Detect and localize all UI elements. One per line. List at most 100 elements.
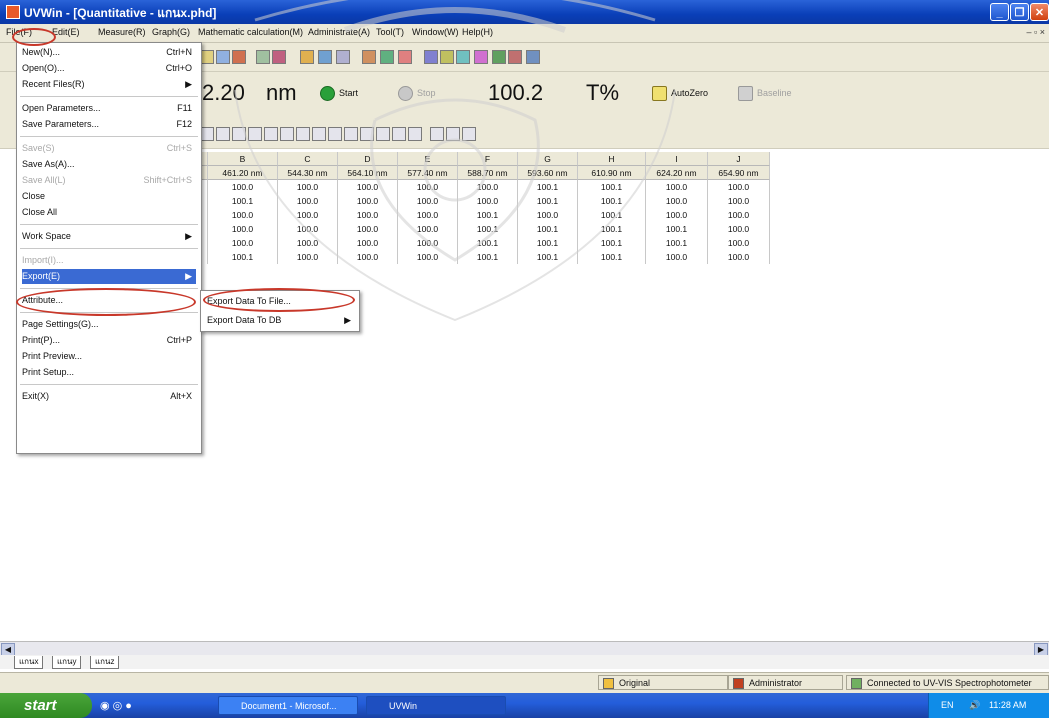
table-cell[interactable]: 100.0 xyxy=(708,208,770,222)
graph-tool-icon[interactable] xyxy=(376,127,390,141)
file-menu-item-new[interactable]: New(N)... Ctrl+N xyxy=(22,45,196,60)
table-cell[interactable]: 100.0 xyxy=(338,236,398,250)
file-menu-item-print[interactable]: Print(P)... Ctrl+P xyxy=(22,333,196,348)
sheet-tab[interactable]: แกนy xyxy=(52,656,82,669)
table-cell[interactable]: 100.1 xyxy=(458,222,518,236)
file-menu-item-save[interactable]: Save(S) Ctrl+S xyxy=(22,141,196,156)
graph-tool-icon[interactable] xyxy=(216,127,230,141)
table-cell[interactable]: 100.0 xyxy=(646,194,708,208)
graph-tool-icon[interactable] xyxy=(392,127,406,141)
graph-tool-icon[interactable] xyxy=(462,127,476,141)
start-button-taskbar[interactable]: start xyxy=(0,693,92,718)
menu-window[interactable]: Window(W) xyxy=(412,27,459,37)
table-cell[interactable]: 100.1 xyxy=(208,250,278,264)
graph-tool-icon[interactable] xyxy=(360,127,374,141)
column-header-wavelength[interactable]: 461.20 nm xyxy=(208,166,278,180)
table-cell[interactable]: 100.0 xyxy=(458,194,518,208)
table-cell[interactable]: 100.1 xyxy=(518,180,578,194)
toolbar-button-icon[interactable] xyxy=(256,50,270,64)
graph-tool-icon[interactable] xyxy=(232,127,246,141)
file-menu-item-print-preview[interactable]: Print Preview... xyxy=(22,349,196,364)
graph-tool-icon[interactable] xyxy=(312,127,326,141)
menu-tool[interactable]: Tool(T) xyxy=(376,27,404,37)
toolbar-button-icon[interactable] xyxy=(526,50,540,64)
graph-tool-icon[interactable] xyxy=(430,127,444,141)
table-cell[interactable]: 100.1 xyxy=(578,250,646,264)
stop-button[interactable]: Stop xyxy=(398,86,436,101)
language-indicator[interactable]: EN xyxy=(941,693,954,718)
graph-tool-icon[interactable] xyxy=(264,127,278,141)
table-cell[interactable]: 100.1 xyxy=(646,222,708,236)
menu-mathematic-calculation[interactable]: Mathematic calculation(M) xyxy=(198,27,303,37)
file-menu-item-save-all[interactable]: Save All(L) Shift+Ctrl+S xyxy=(22,173,196,188)
toolbar-button-icon[interactable] xyxy=(272,50,286,64)
table-cell[interactable]: 100.0 xyxy=(708,180,770,194)
table-cell[interactable]: 100.1 xyxy=(208,194,278,208)
table-cell[interactable]: 100.1 xyxy=(578,222,646,236)
file-menu-item-close[interactable]: Close xyxy=(22,189,196,204)
table-cell[interactable]: 100.1 xyxy=(458,208,518,222)
toolbar-button-icon[interactable] xyxy=(474,50,488,64)
app-icon[interactable] xyxy=(6,5,20,19)
quick-launch-icons[interactable]: ◉ ◎ ● xyxy=(100,699,132,712)
menu-graph[interactable]: Graph(G) xyxy=(152,27,190,37)
mode-label[interactable]: T% xyxy=(586,80,619,106)
table-cell[interactable]: 100.1 xyxy=(646,236,708,250)
table-cell[interactable]: 100.0 xyxy=(278,236,338,250)
table-cell[interactable]: 100.0 xyxy=(398,236,458,250)
menu-measure[interactable]: Measure(R) xyxy=(98,27,146,37)
table-cell[interactable]: 100.0 xyxy=(646,250,708,264)
horizontal-scrollbar[interactable]: ◀ ▶ xyxy=(0,641,1049,656)
table-cell[interactable]: 100.0 xyxy=(398,222,458,236)
column-header-letter[interactable]: D xyxy=(338,152,398,166)
column-header-wavelength[interactable]: 610.90 nm xyxy=(578,166,646,180)
file-menu-item-save-as[interactable]: Save As(A)... xyxy=(22,157,196,172)
toolbar-button-icon[interactable] xyxy=(424,50,438,64)
table-cell[interactable]: 100.1 xyxy=(518,250,578,264)
table-cell[interactable]: 100.0 xyxy=(708,194,770,208)
table-cell[interactable]: 100.0 xyxy=(338,208,398,222)
task-document1[interactable]: Document1 - Microsof... xyxy=(218,696,358,715)
volume-icon[interactable]: 🔊 xyxy=(969,693,980,718)
column-header-wavelength[interactable]: 588.70 nm xyxy=(458,166,518,180)
file-menu-item-open[interactable]: Open(O)... Ctrl+O xyxy=(22,61,196,76)
graph-tool-icon[interactable] xyxy=(248,127,262,141)
file-menu-item-open-parameters[interactable]: Open Parameters... F11 xyxy=(22,101,196,116)
toolbar-button-icon[interactable] xyxy=(492,50,506,64)
column-header-letter[interactable]: E xyxy=(398,152,458,166)
toolbar-button-icon[interactable] xyxy=(398,50,412,64)
menu-administrate[interactable]: Administrate(A) xyxy=(308,27,370,37)
close-button[interactable]: ✕ xyxy=(1030,3,1049,21)
column-header-letter[interactable]: H xyxy=(578,152,646,166)
graph-tool-icon[interactable] xyxy=(296,127,310,141)
start-button[interactable]: Start xyxy=(320,86,358,101)
toolbar-button-icon[interactable] xyxy=(216,50,230,64)
table-cell[interactable]: 100.0 xyxy=(708,236,770,250)
sheet-tab[interactable]: แกนz xyxy=(90,656,120,669)
graph-tool-icon[interactable] xyxy=(280,127,294,141)
table-cell[interactable]: 100.1 xyxy=(578,236,646,250)
column-header-letter[interactable]: C xyxy=(278,152,338,166)
column-header-wavelength[interactable]: 593.60 nm xyxy=(518,166,578,180)
table-cell[interactable]: 100.1 xyxy=(578,208,646,222)
table-cell[interactable]: 100.1 xyxy=(518,236,578,250)
toolbar-button-icon[interactable] xyxy=(232,50,246,64)
menu-edit[interactable]: Edit(E) xyxy=(52,27,80,37)
table-cell[interactable]: 100.0 xyxy=(646,180,708,194)
toolbar-button-icon[interactable] xyxy=(508,50,522,64)
baseline-button[interactable]: Baseline xyxy=(738,86,792,101)
table-cell[interactable]: 100.1 xyxy=(578,194,646,208)
column-header-letter[interactable]: F xyxy=(458,152,518,166)
toolbar-button-icon[interactable] xyxy=(300,50,314,64)
table-cell[interactable]: 100.1 xyxy=(458,250,518,264)
table-cell[interactable]: 100.0 xyxy=(646,208,708,222)
table-cell[interactable]: 100.0 xyxy=(398,194,458,208)
column-header-letter[interactable]: J xyxy=(708,152,770,166)
table-cell[interactable]: 100.0 xyxy=(208,236,278,250)
file-menu-item-exit[interactable]: Exit(X) Alt+X xyxy=(22,389,196,404)
table-cell[interactable]: 100.0 xyxy=(278,180,338,194)
table-cell[interactable]: 100.0 xyxy=(208,208,278,222)
export-data-to-db[interactable]: Export Data To DB ▶ xyxy=(207,313,355,328)
table-cell[interactable]: 100.0 xyxy=(278,194,338,208)
toolbar-button-icon[interactable] xyxy=(336,50,350,64)
